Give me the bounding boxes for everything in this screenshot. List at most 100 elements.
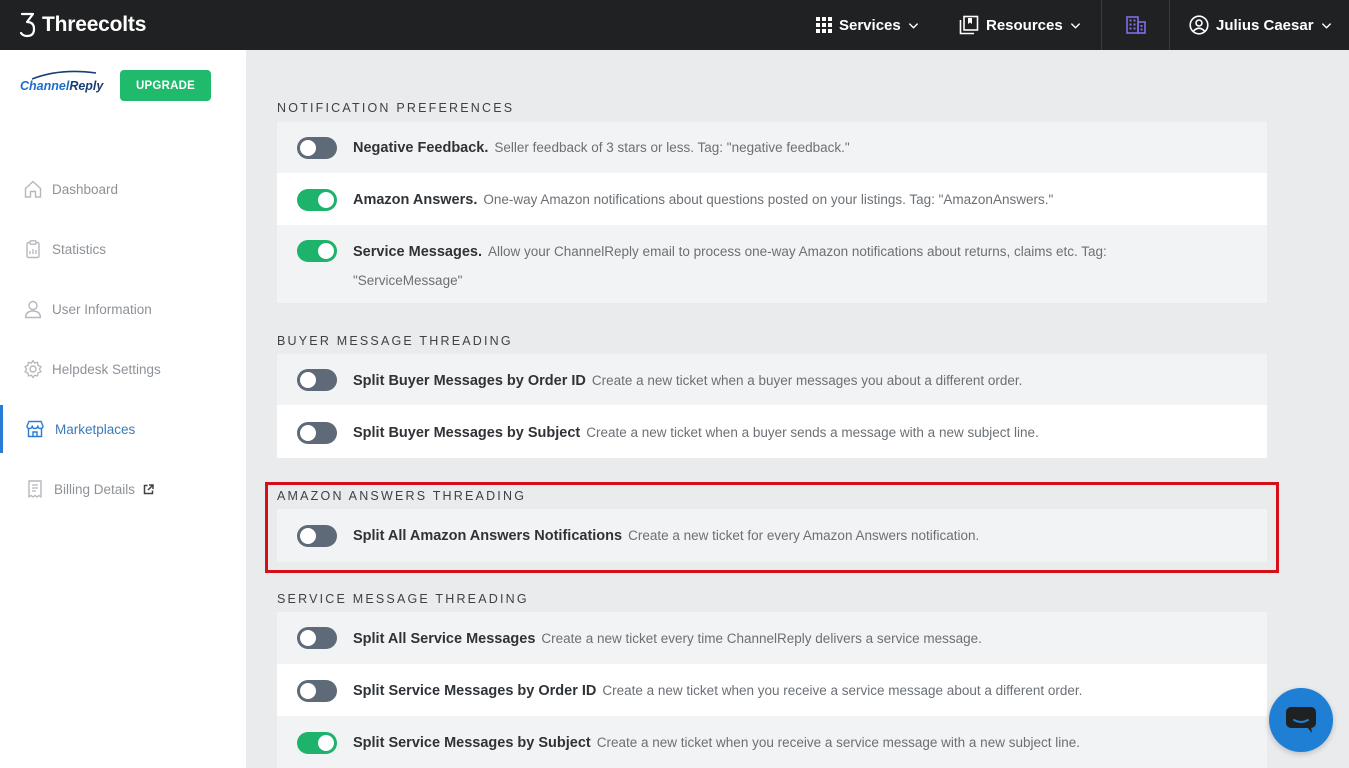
- gear-icon: [23, 359, 43, 379]
- notification-preferences-card: Negative Feedback. Seller feedback of 3 s…: [277, 122, 1267, 303]
- resources-label: Resources: [986, 16, 1063, 34]
- setting-description: Create a new ticket when a buyer sends a…: [586, 425, 1039, 440]
- setting-description: Create a new ticket when a buyer message…: [591, 373, 1023, 388]
- setting-row-service-messages: Service Messages. Allow your ChannelReply…: [277, 225, 1267, 303]
- section-title-notification-preferences: NOTIFICATION PREFERENCES: [277, 101, 515, 115]
- setting-text: Split All Service Messages Create a new t…: [353, 624, 1167, 653]
- setting-row-amazon-answers: Amazon Answers. One-way Amazon notificati…: [277, 173, 1267, 225]
- chevron-down-icon: [908, 22, 918, 29]
- toggle-knob: [300, 140, 316, 156]
- split-buyer-subject-toggle[interactable]: [297, 422, 337, 444]
- sidebar-item-helpdesk-settings[interactable]: Helpdesk Settings: [0, 345, 246, 393]
- service-messages-toggle[interactable]: [297, 240, 337, 262]
- setting-label: Negative Feedback.: [353, 140, 489, 156]
- chevron-down-icon: [1321, 22, 1331, 29]
- services-label: Services: [839, 16, 901, 34]
- setting-row-split-service-order-id: Split Service Messages by Order ID Create…: [277, 664, 1267, 716]
- upgrade-button[interactable]: UPGRADE: [120, 70, 211, 101]
- sidebar-item-statistics[interactable]: Statistics: [0, 225, 246, 273]
- section-title-service-message-threading: SERVICE MESSAGE THREADING: [277, 592, 529, 606]
- user-icon: [23, 299, 43, 319]
- sidebar-item-label: Statistics: [52, 241, 107, 257]
- split-amazon-answers-toggle[interactable]: [297, 525, 337, 547]
- section-title-amazon-answers-threading: AMAZON ANSWERS THREADING: [277, 489, 527, 503]
- sidebar-item-label: User Information: [52, 301, 152, 317]
- setting-description: Create a new ticket when you receive a s…: [596, 735, 1080, 750]
- setting-label: Split All Amazon Answers Notifications: [353, 528, 623, 544]
- user-menu[interactable]: Julius Caesar: [1189, 0, 1332, 50]
- setting-label: Split Service Messages by Subject: [353, 735, 591, 751]
- setting-description: Seller feedback of 3 stars or less. Tag:…: [494, 140, 850, 155]
- setting-description: Create a new ticket for every Amazon Ans…: [628, 528, 980, 543]
- sidebar-item-dashboard[interactable]: Dashboard: [0, 165, 246, 213]
- section-title-buyer-message-threading: BUYER MESSAGE THREADING: [277, 334, 513, 348]
- setting-description: Create a new ticket when you receive a s…: [602, 683, 1083, 698]
- toggle-knob: [300, 528, 316, 544]
- resources-menu[interactable]: Resources: [959, 0, 1081, 50]
- sidebar-item-label: Billing Details: [54, 481, 136, 497]
- channelreply-logo[interactable]: ChannelReply: [20, 70, 103, 104]
- brand-name: Threecolts: [42, 13, 147, 36]
- setting-row-split-buyer-order-id: Split Buyer Messages by Order ID Create a…: [277, 354, 1267, 405]
- user-circle-icon: [1189, 15, 1209, 35]
- external-link-icon: [143, 483, 154, 494]
- setting-description: Create a new ticket every time ChannelRe…: [541, 631, 982, 646]
- threecolts-logo-icon: [19, 12, 36, 38]
- toggle-knob: [300, 630, 316, 646]
- setting-text: Split Buyer Messages by Order ID Create a…: [353, 366, 1167, 395]
- sidebar-item-label: Helpdesk Settings: [52, 361, 161, 377]
- toggle-knob: [300, 683, 316, 699]
- logo-text-reply: Reply: [69, 79, 104, 93]
- organization-button[interactable]: [1102, 0, 1169, 50]
- setting-label: Split All Service Messages: [353, 631, 536, 647]
- services-menu[interactable]: Services: [816, 0, 919, 50]
- setting-text: Amazon Answers. One-way Amazon notificati…: [353, 185, 1167, 214]
- chat-button[interactable]: [1269, 688, 1333, 752]
- amazon-answers-toggle[interactable]: [297, 189, 337, 211]
- negative-feedback-toggle[interactable]: [297, 137, 337, 159]
- top-navigation-bar: Threecolts Services Resources Julius Cae…: [0, 0, 1349, 50]
- threecolts-brand[interactable]: Threecolts: [18, 11, 146, 39]
- logo-text: ChannelReply: [20, 79, 103, 93]
- toggle-knob: [318, 243, 334, 259]
- home-icon: [23, 179, 43, 199]
- sidebar-item-label-wrapper: Billing Details: [54, 482, 154, 497]
- store-icon: [25, 419, 45, 439]
- split-buyer-order-id-toggle[interactable]: [297, 369, 337, 391]
- setting-label: Service Messages.: [353, 244, 482, 260]
- setting-text: Split Service Messages by Order ID Create…: [353, 676, 1167, 705]
- setting-row-split-amazon-answers: Split All Amazon Answers Notifications Cr…: [277, 509, 1267, 562]
- setting-row-split-buyer-subject: Split Buyer Messages by Subject Create a …: [277, 405, 1267, 458]
- receipt-icon: [25, 479, 45, 499]
- chat-bubble-icon: [1286, 707, 1316, 733]
- setting-row-split-service-subject: Split Service Messages by Subject Create …: [277, 716, 1267, 768]
- setting-label: Split Buyer Messages by Subject: [353, 425, 581, 441]
- toggle-knob: [300, 425, 316, 441]
- toggle-knob: [300, 372, 316, 388]
- setting-text: Split All Amazon Answers Notifications Cr…: [353, 521, 1167, 550]
- setting-text: Negative Feedback. Seller feedback of 3 s…: [353, 133, 1167, 162]
- split-service-subject-toggle[interactable]: [297, 732, 337, 754]
- building-icon: [1125, 16, 1146, 34]
- library-icon: [959, 15, 979, 35]
- buyer-message-threading-card: Split Buyer Messages by Order ID Create a…: [277, 354, 1267, 458]
- setting-label: Split Service Messages by Order ID: [353, 683, 597, 699]
- sidebar-item-user-information[interactable]: User Information: [0, 285, 246, 333]
- setting-label: Amazon Answers.: [353, 192, 478, 208]
- sidebar-item-billing-details[interactable]: Billing Details: [0, 465, 246, 513]
- split-all-service-toggle[interactable]: [297, 627, 337, 649]
- setting-row-split-all-service: Split All Service Messages Create a new t…: [277, 612, 1267, 664]
- chevron-down-icon: [1070, 22, 1080, 29]
- setting-text: Split Service Messages by Subject Create …: [353, 728, 1167, 757]
- sidebar: ChannelReply UPGRADE Dashboard Statistic…: [0, 50, 246, 768]
- service-message-threading-card: Split All Service Messages Create a new t…: [277, 612, 1267, 768]
- setting-description: One-way Amazon notifications about quest…: [483, 192, 1054, 207]
- nav-divider: [1169, 0, 1170, 50]
- split-service-order-id-toggle[interactable]: [297, 680, 337, 702]
- toggle-knob: [318, 192, 334, 208]
- sidebar-item-label: Marketplaces: [55, 421, 136, 437]
- clipboard-icon: [23, 239, 43, 259]
- setting-text: Split Buyer Messages by Subject Create a …: [353, 418, 1167, 447]
- sidebar-item-marketplaces[interactable]: Marketplaces: [0, 405, 246, 453]
- setting-row-negative-feedback: Negative Feedback. Seller feedback of 3 s…: [277, 122, 1267, 173]
